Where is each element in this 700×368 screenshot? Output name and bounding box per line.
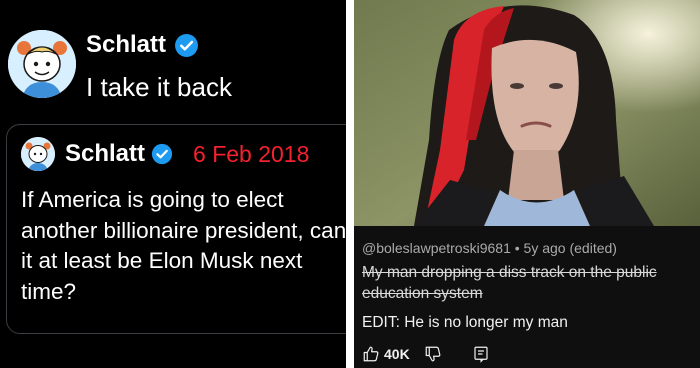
like-count: 40K (384, 346, 410, 362)
video-thumbnail[interactable] (354, 0, 700, 226)
meta-separator: • (514, 240, 524, 256)
verified-badge-icon (151, 143, 173, 165)
reply-icon[interactable] (472, 345, 490, 363)
tweet-author[interactable]: Schlatt (86, 30, 199, 60)
comment-edit-text: EDIT: He is no longer my man (362, 314, 568, 331)
quoted-header: Schlatt 6 Feb 2018 (65, 139, 309, 169)
tweet-text: I take it back (86, 72, 232, 102)
comment-handle[interactable]: @boleslawpetroski9681 (362, 240, 511, 256)
tweet-panel: Schlatt I take it back Schlatt 6 Feb 201… (0, 0, 346, 368)
comment-meta: @boleslawpetroski9681 • 5y ago (edited) (362, 240, 617, 256)
quoted-date[interactable]: 6 Feb 2018 (193, 141, 309, 168)
youtube-panel: @boleslawpetroski9681 • 5y ago (edited) … (354, 0, 700, 368)
avatar[interactable] (8, 30, 76, 98)
comment-struck-text: My man dropping a diss track on the publ… (362, 264, 657, 302)
author-name[interactable]: Schlatt (86, 31, 166, 59)
quoted-text: If America is going to elect another bil… (21, 187, 346, 304)
comment-actions: 40K (362, 344, 490, 364)
comment: @boleslawpetroski9681 • 5y ago (edited) … (354, 226, 700, 368)
quoted-avatar[interactable] (21, 137, 55, 171)
thumbs-down-icon[interactable] (424, 345, 442, 363)
comment-age: 5y ago (edited) (523, 240, 617, 256)
thumbs-up-icon[interactable] (362, 345, 380, 363)
verified-badge-icon (175, 33, 198, 57)
quoted-author-name[interactable]: Schlatt (65, 140, 145, 168)
quoted-tweet[interactable]: Schlatt 6 Feb 2018 If America is going t… (6, 124, 346, 334)
